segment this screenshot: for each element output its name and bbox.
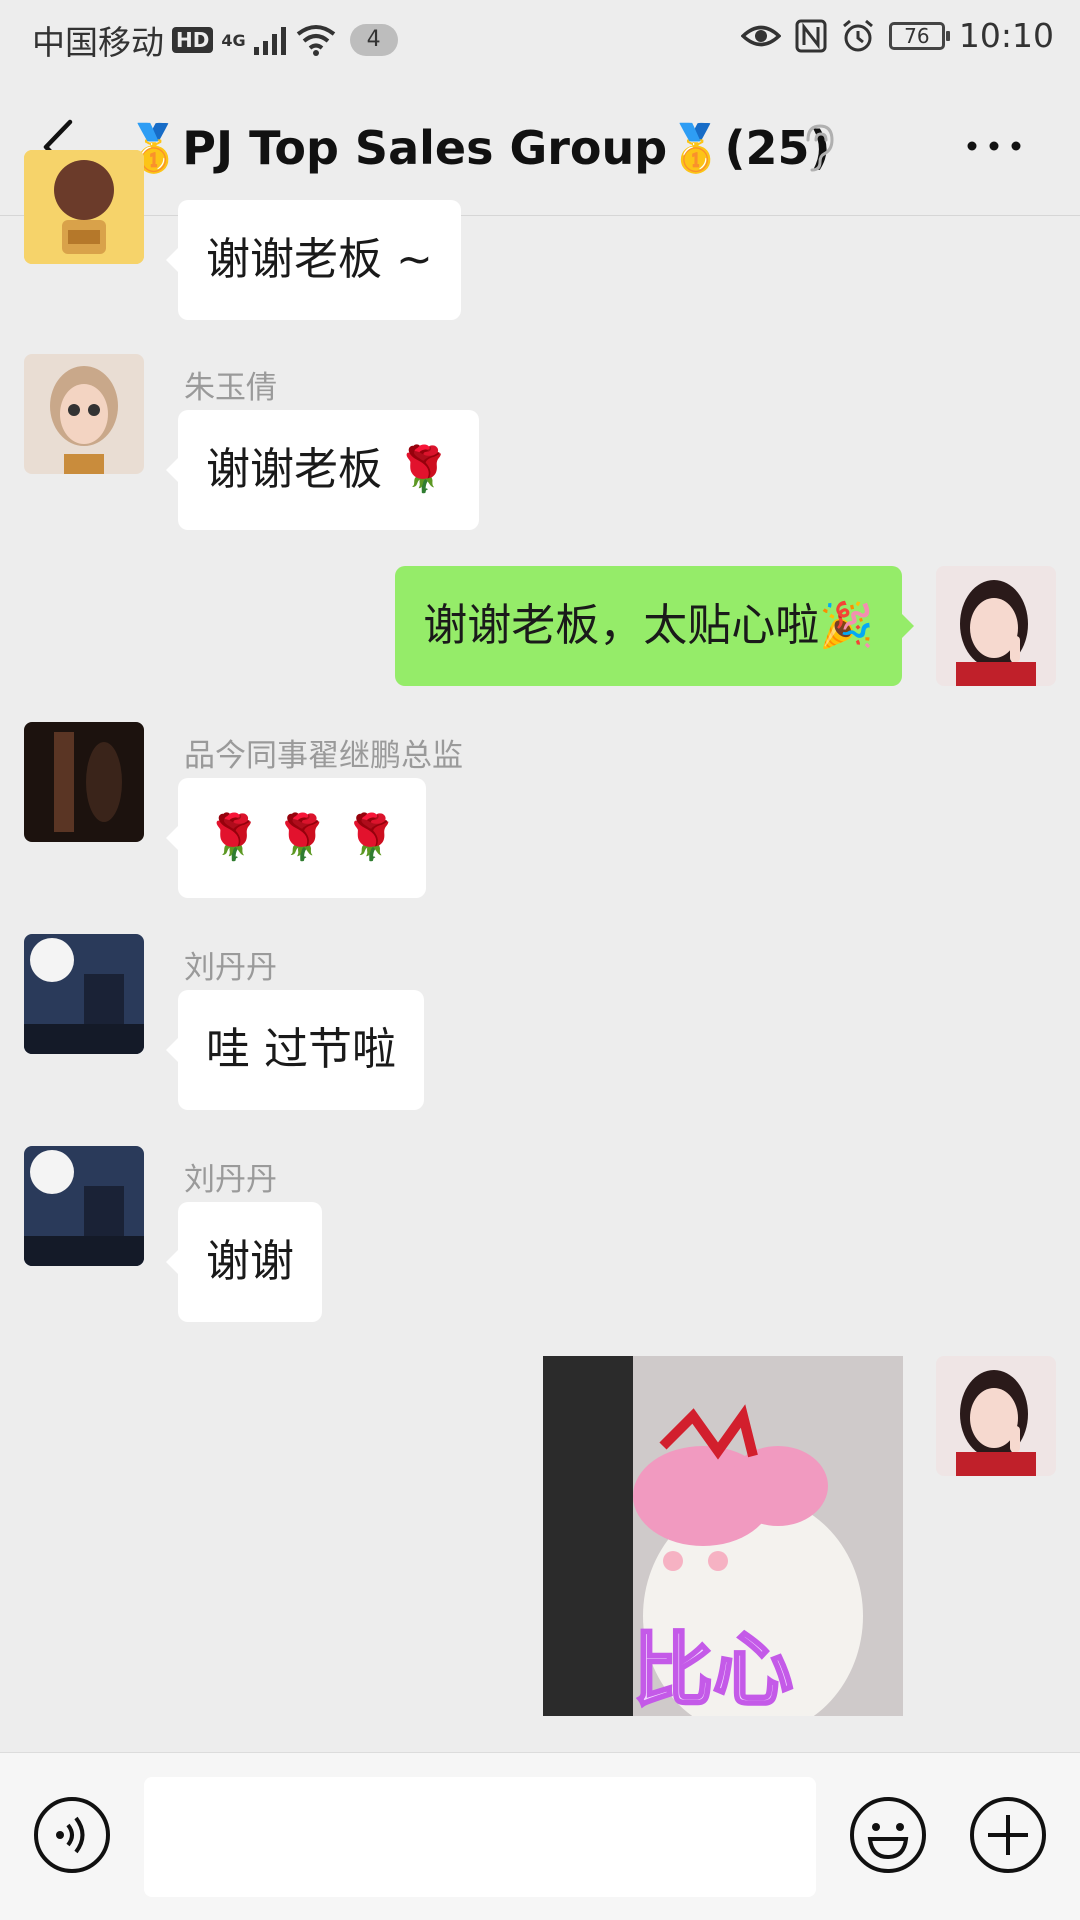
avatar[interactable] <box>24 722 144 842</box>
message-bubble[interactable]: 哇 过节啦 <box>166 990 424 1110</box>
input-bar <box>0 1752 1080 1920</box>
chat-screen: 中国移动 HD 4G 4 76 10:10 🥇PJ Top Sales Grou… <box>0 0 1080 1920</box>
earpiece-mode-icon <box>806 124 834 172</box>
sender-name: 品今同事翟继鹏总监 <box>184 738 463 774</box>
avatar[interactable] <box>24 150 144 264</box>
sender-name: 刘丹丹 <box>184 1162 277 1198</box>
message-input[interactable] <box>144 1777 816 1897</box>
battery-icon: 76 <box>888 21 950 50</box>
nav-bar: 🥇PJ Top Sales Group🥇(25) <box>0 76 1080 216</box>
wifi-icon <box>296 25 335 56</box>
voice-input-button[interactable] <box>32 1795 112 1875</box>
message-bubble[interactable]: 谢谢 <box>166 1202 322 1322</box>
message-bubble[interactable]: 🌹 🌹 🌹 <box>165 778 427 898</box>
alarm-icon <box>842 19 873 51</box>
hd-badge: HD <box>172 27 214 53</box>
my-avatar[interactable] <box>936 1356 1056 1476</box>
sender-name: 朱玉倩 <box>184 370 277 406</box>
notification-count-badge: 4 <box>349 24 398 56</box>
avatar[interactable] <box>24 354 144 474</box>
sticker-message[interactable]: 比心 <box>543 1356 903 1716</box>
avatar[interactable] <box>24 1146 144 1266</box>
message-bubble[interactable]: 谢谢老板 🌹 <box>166 410 479 530</box>
nfc-icon <box>795 19 827 52</box>
status-bar: 中国移动 HD 4G 4 76 10:10 <box>0 0 1080 76</box>
sender-name: 刘丹丹 <box>184 950 277 986</box>
my-avatar[interactable] <box>936 566 1056 686</box>
signal-icon <box>253 27 286 55</box>
network-type: 4G <box>221 30 246 50</box>
avatar[interactable] <box>24 934 144 1054</box>
more-functions-button[interactable] <box>968 1795 1048 1875</box>
message-bubble-self[interactable]: 谢谢老板，太贴心啦🎉 <box>395 566 914 686</box>
emoji-button[interactable] <box>848 1795 928 1875</box>
status-left: 中国移动 HD 4G 4 <box>32 16 398 64</box>
message-bubble[interactable]: 谢谢老板 ~ <box>166 200 461 320</box>
chat-title: 🥇PJ Top Sales Group🥇(25) <box>125 121 831 175</box>
status-right: 76 10:10 <box>740 16 1054 55</box>
more-options-button[interactable] <box>964 136 1024 156</box>
eye-icon <box>740 25 781 46</box>
sticker-caption: 比心 <box>632 1623 795 1717</box>
clock-time: 10:10 <box>958 16 1054 55</box>
carrier-name: 中国移动 <box>32 23 164 62</box>
